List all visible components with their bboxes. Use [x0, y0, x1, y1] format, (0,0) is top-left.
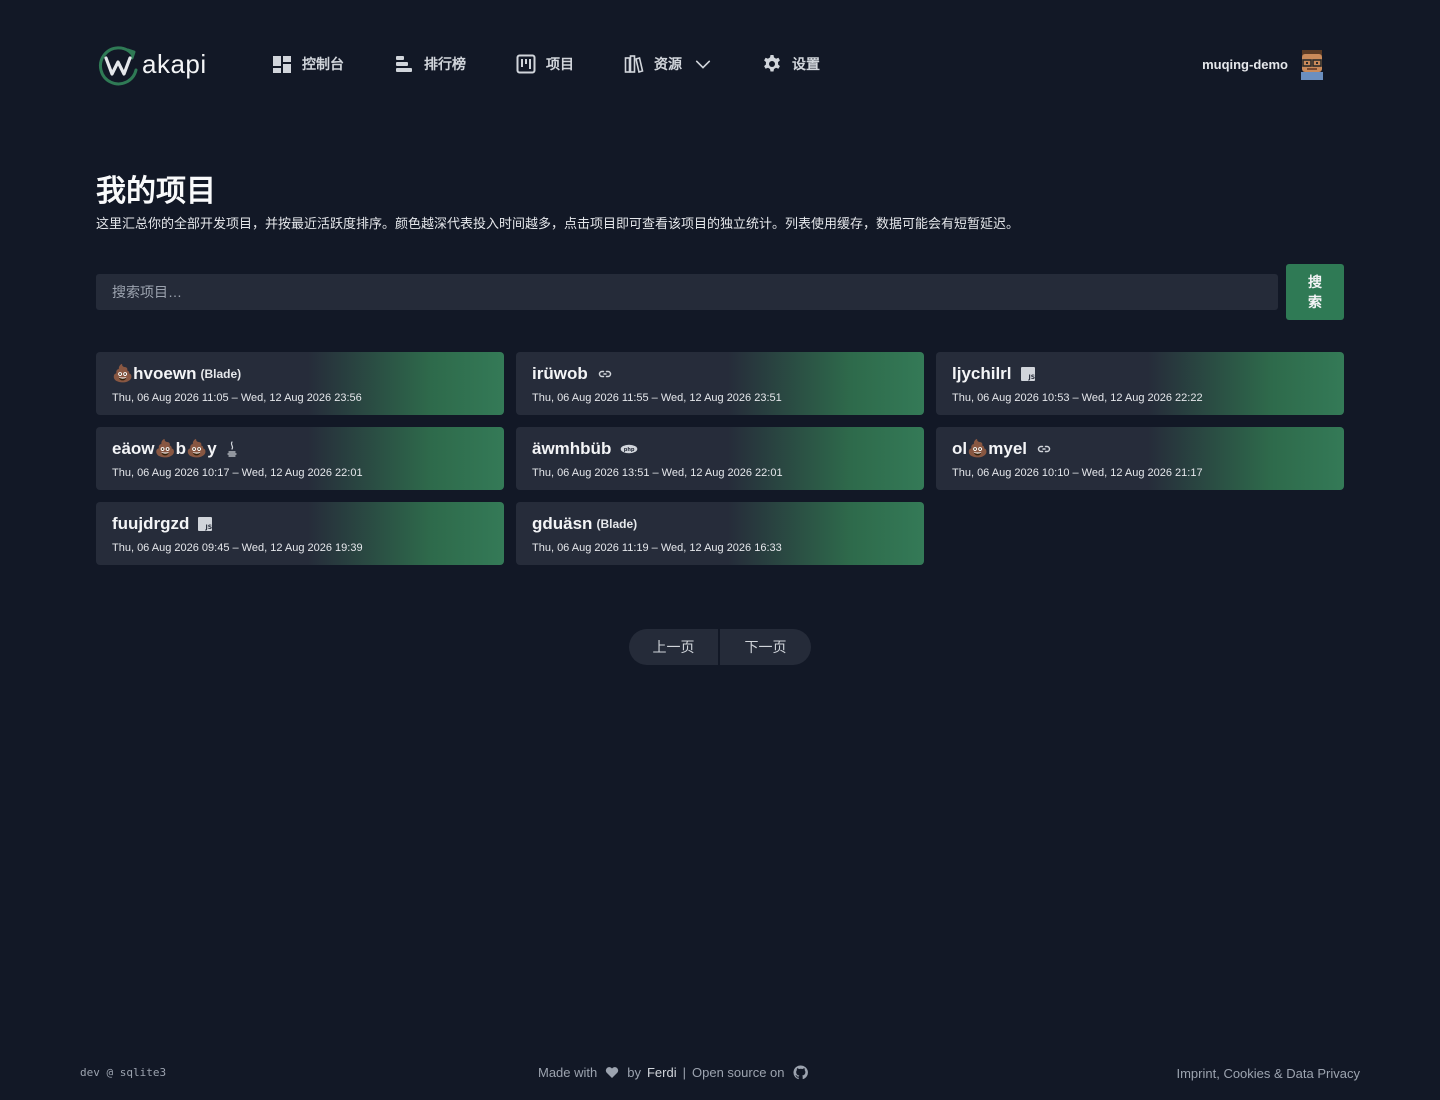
avatar	[1301, 50, 1323, 80]
javascript-icon: JS	[198, 517, 213, 531]
projects-icon	[516, 54, 536, 74]
project-dates: Thu, 06 Aug 2026 10:17 – Wed, 12 Aug 202…	[112, 467, 363, 479]
project-dates: Thu, 06 Aug 2026 13:51 – Wed, 12 Aug 202…	[532, 467, 783, 479]
nav-settings-label: 设置	[792, 56, 820, 72]
chevron-down-icon	[695, 60, 711, 69]
project-dates: Thu, 06 Aug 2026 10:53 – Wed, 12 Aug 202…	[952, 392, 1203, 404]
project-card[interactable]: gduäsn (Blade) Thu, 06 Aug 2026 11:19 – …	[516, 502, 924, 565]
project-dates: Thu, 06 Aug 2026 11:55 – Wed, 12 Aug 202…	[532, 392, 782, 404]
java-icon	[226, 441, 238, 457]
nav-settings[interactable]: 设置	[762, 54, 820, 74]
project-card[interactable]: fuujdrgzd JS Thu, 06 Aug 2026 09:45 – We…	[96, 502, 504, 565]
project-name: irüwob	[532, 364, 588, 383]
project-name: fuujdrgzd	[112, 514, 190, 533]
nav-dashboard[interactable]: 控制台	[272, 54, 344, 74]
top-header: akapi 控制台 排行榜 项目 资源 设置 muqing-demo	[96, 40, 1344, 88]
project-card[interactable]: ljychilrl JS Thu, 06 Aug 2026 10:53 – We…	[936, 352, 1344, 415]
author-link[interactable]: Ferdi	[647, 1065, 677, 1080]
project-branch: (Blade)	[596, 517, 638, 531]
svg-text:php: php	[624, 447, 635, 453]
page-title: 我的项目	[96, 175, 216, 208]
search-button[interactable]: 搜索	[1286, 264, 1344, 320]
prev-page-button[interactable]: 上一页	[629, 629, 718, 665]
project-grid: 💩hvoewn (Blade) Thu, 06 Aug 2026 11:05 –…	[96, 352, 1344, 565]
wakapi-logo-icon	[99, 46, 138, 86]
nav-projects[interactable]: 项目	[516, 54, 574, 74]
app-logo[interactable]: akapi	[96, 42, 246, 86]
project-dates: Thu, 06 Aug 2026 10:10 – Wed, 12 Aug 202…	[952, 467, 1203, 479]
heart-icon	[606, 1067, 619, 1078]
nav-dashboard-label: 控制台	[302, 56, 344, 72]
search-input[interactable]	[96, 274, 1278, 310]
user-name: muqing-demo	[1202, 56, 1288, 72]
svg-text:JS: JS	[1027, 374, 1035, 381]
project-card[interactable]: irüwob Thu, 06 Aug 2026 11:55 – Wed, 12 …	[516, 352, 924, 415]
gear-icon	[764, 55, 780, 72]
project-card[interactable]: äwmhbüb php Thu, 06 Aug 2026 13:51 – Wed…	[516, 427, 924, 490]
open-source-link[interactable]: Open source on	[692, 1065, 785, 1080]
app-name: akapi	[142, 48, 207, 79]
page-description: 这里汇总你的全部开发项目，并按最近活跃度排序。颜色越深代表投入时间越多，点击项目…	[96, 216, 1020, 231]
nav-leaderboard[interactable]: 排行榜	[394, 54, 466, 74]
dashboard-icon	[273, 56, 291, 73]
project-name: ol💩myel	[952, 439, 1028, 458]
next-page-button[interactable]: 下一页	[720, 629, 811, 665]
project-dates: Thu, 06 Aug 2026 11:05 – Wed, 12 Aug 202…	[112, 392, 362, 404]
php-icon: php	[620, 444, 638, 454]
project-name: gduäsn	[532, 514, 593, 533]
project-card[interactable]: ol💩myel Thu, 06 Aug 2026 10:10 – Wed, 12…	[936, 427, 1344, 490]
project-name: äwmhbüb	[532, 439, 612, 458]
main-nav: 控制台 排行榜 项目 资源 设置	[272, 54, 870, 74]
project-dates: Thu, 06 Aug 2026 11:19 – Wed, 12 Aug 202…	[532, 542, 782, 554]
nav-projects-label: 项目	[546, 56, 574, 72]
nav-leaderboard-label: 排行榜	[424, 56, 466, 72]
books-icon	[624, 55, 644, 74]
user-menu[interactable]: muqing-demo	[1202, 48, 1326, 80]
github-icon[interactable]	[792, 1065, 808, 1080]
project-name: ljychilrl	[952, 364, 1012, 383]
privacy-link[interactable]: Imprint, Cookies & Data Privacy	[1176, 1066, 1360, 1081]
by-text: by	[627, 1065, 641, 1080]
project-branch: (Blade)	[200, 367, 242, 381]
project-card[interactable]: eäow💩b💩y Thu, 06 Aug 2026 10:17 – Wed, 1…	[96, 427, 504, 490]
project-dates: Thu, 06 Aug 2026 09:45 – Wed, 12 Aug 202…	[112, 542, 363, 554]
leaderboard-icon	[396, 56, 412, 72]
pagination: 上一页 下一页	[629, 629, 811, 665]
nav-resources[interactable]: 资源	[624, 54, 712, 74]
version-info: dev @ sqlite3	[80, 1066, 167, 1079]
link-icon	[1036, 444, 1052, 454]
svg-text:JS: JS	[205, 524, 213, 531]
nav-resources-label: 资源	[654, 56, 682, 72]
footer-credits: Made with by Ferdi | Open source on	[538, 1065, 808, 1080]
made-with-text: Made with	[538, 1065, 598, 1080]
project-name: 💩hvoewn	[112, 364, 197, 383]
link-icon	[597, 369, 613, 379]
project-card[interactable]: 💩hvoewn (Blade) Thu, 06 Aug 2026 11:05 –…	[96, 352, 504, 415]
project-name: eäow💩b💩y	[112, 439, 217, 458]
footer-separator: |	[682, 1065, 686, 1080]
javascript-icon: JS	[1020, 367, 1035, 381]
